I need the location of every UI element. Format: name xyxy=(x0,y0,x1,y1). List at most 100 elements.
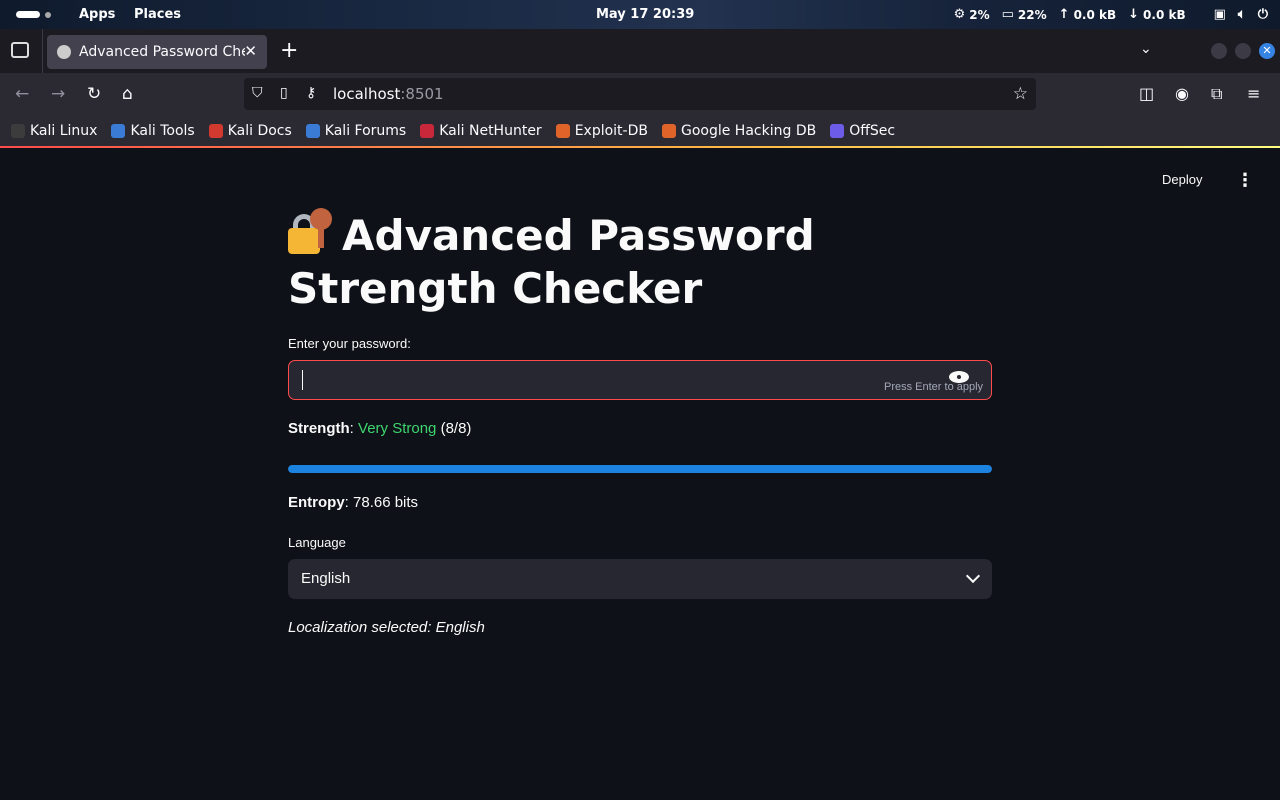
password-input[interactable] xyxy=(301,369,861,391)
language-selected-value: English xyxy=(301,570,351,587)
arrow-up-icon: ↑ xyxy=(1058,7,1070,22)
deploy-button[interactable]: Deploy xyxy=(1162,172,1202,187)
bookmark-favicon-icon xyxy=(420,123,435,138)
password-field[interactable]: Press Enter to apply xyxy=(288,360,992,400)
bookmark-label: Kali Tools xyxy=(130,122,195,139)
chevron-down-icon[interactable]: ⌄ xyxy=(1140,41,1152,57)
cpu-value: 2% xyxy=(969,7,990,22)
key-icon[interactable]: ⚷ xyxy=(306,85,316,101)
bookmark-favicon-icon xyxy=(208,123,223,138)
bookmark-item[interactable]: Kali Linux xyxy=(11,123,97,139)
entropy-label: Entropy xyxy=(288,494,345,511)
strength-line: Strength: Very Strong (8/8) xyxy=(288,420,472,437)
bookmark-label: Kali Docs xyxy=(227,122,292,139)
upload-indicator[interactable]: ↑ 0.0 kB xyxy=(1059,7,1116,22)
shield-icon[interactable]: ⛉ xyxy=(252,85,263,101)
show-password-eye-icon[interactable] xyxy=(949,371,971,385)
account-icon[interactable]: ◉ xyxy=(1175,84,1189,103)
close-tab-icon[interactable]: ✕ xyxy=(244,42,257,60)
strength-label: Strength xyxy=(288,420,350,437)
bookmark-label: Kali Forums xyxy=(324,122,407,139)
clock[interactable]: May 17 20:39 xyxy=(596,7,694,22)
streamlit-favicon-icon xyxy=(57,45,71,59)
page-title-text: Advanced Password Strength Checker xyxy=(288,211,815,313)
places-menu[interactable]: Places xyxy=(134,7,181,22)
home-icon[interactable]: ⌂ xyxy=(122,84,133,104)
bookmark-label: Google Hacking DB xyxy=(680,122,817,139)
strength-progress-bar xyxy=(288,465,992,473)
pocket-icon[interactable]: ◫ xyxy=(1139,84,1154,103)
arrow-down-icon: ↓ xyxy=(1128,7,1140,22)
bookmark-item[interactable]: Kali Tools xyxy=(111,122,195,139)
bookmark-favicon-icon xyxy=(830,123,845,138)
url-bar[interactable]: ⛉ ▯ ⚷ localhost:8501 ☆ xyxy=(244,78,1036,110)
bookmark-item[interactable]: Google Hacking DB xyxy=(661,122,817,139)
bookmark-label: OffSec xyxy=(849,122,896,139)
app-content: Deploy ⋮ Advanced Password Strength Chec… xyxy=(0,148,1280,800)
new-tab-icon[interactable]: + xyxy=(280,38,298,63)
bookmark-favicon-icon xyxy=(555,123,570,138)
bookmark-favicon-icon xyxy=(661,123,676,138)
download-indicator[interactable]: ↓ 0.0 kB xyxy=(1128,7,1185,22)
minimize-window-button[interactable] xyxy=(1211,43,1227,59)
bookmark-item[interactable]: Kali Forums xyxy=(305,122,407,139)
browser-nav-bar: ← → ↻ ⌂ ⛉ ▯ ⚷ localhost:8501 ☆ ◫ ◉ ⧉ ≡ xyxy=(0,73,1280,115)
url-port: :8501 xyxy=(400,85,444,103)
apps-menu[interactable]: Apps xyxy=(79,7,115,22)
maximize-window-button[interactable] xyxy=(1235,43,1251,59)
bookmark-label: Kali Linux xyxy=(30,122,98,139)
bookmark-item[interactable]: Kali Docs xyxy=(208,122,292,139)
language-label: Language xyxy=(288,535,346,550)
workspace-indicator[interactable] xyxy=(45,12,51,18)
close-window-button[interactable]: ✕ xyxy=(1259,43,1275,59)
reload-icon[interactable]: ↻ xyxy=(87,84,101,104)
memory-indicator[interactable]: ▭ 22% xyxy=(1002,7,1047,22)
entropy-line: Entropy: 78.66 bits xyxy=(288,494,419,511)
bookmark-label: Kali NetHunter xyxy=(439,122,542,139)
download-value: 0.0 kB xyxy=(1143,7,1186,22)
forward-arrow-icon[interactable]: → xyxy=(51,84,65,104)
system-top-bar: Apps Places May 17 20:39 ⚙ 2% ▭ 22% ↑ 0.… xyxy=(0,0,1280,29)
locked-with-key-icon xyxy=(288,208,334,254)
bookmark-item[interactable]: OffSec xyxy=(830,123,895,139)
workspace-indicator-active[interactable] xyxy=(16,11,40,18)
firefox-view-icon[interactable] xyxy=(11,42,29,58)
localization-text: Localization selected: English xyxy=(288,619,485,636)
browser-tab-bar: Advanced Password Checker ✕ + ⌄ ✕ xyxy=(0,29,1280,73)
extensions-icon[interactable]: ⧉ xyxy=(1211,84,1222,104)
text-caret xyxy=(302,370,303,390)
bookmark-item[interactable]: Exploit-DB xyxy=(555,122,648,139)
system-tray: ⚙ 2% ▭ 22% ↑ 0.0 kB ↓ 0.0 kB ▣ 🔈︎ ⏻ xyxy=(954,0,1280,29)
cpu-indicator[interactable]: ⚙ 2% xyxy=(954,7,990,22)
memory-icon: ▭ xyxy=(1001,7,1014,22)
strength-value: Very Strong xyxy=(358,420,437,437)
bookmark-star-icon[interactable]: ☆ xyxy=(1013,84,1028,104)
bookmark-favicon-icon xyxy=(11,123,25,138)
menu-icon[interactable]: ≡ xyxy=(1247,84,1260,103)
cpu-icon: ⚙ xyxy=(953,7,966,22)
entropy-value: 78.66 bits xyxy=(353,494,419,511)
bookmark-favicon-icon xyxy=(111,123,126,138)
back-arrow-icon[interactable]: ← xyxy=(15,84,29,104)
language-select[interactable]: English xyxy=(288,559,992,599)
url-host: localhost xyxy=(333,85,401,103)
page-icon[interactable]: ▯ xyxy=(280,85,288,101)
tab-title: Advanced Password Checker xyxy=(79,44,245,60)
page-title: Advanced Password Strength Checker xyxy=(288,208,992,315)
url-text[interactable]: localhost:8501 xyxy=(333,85,444,103)
upload-value: 0.0 kB xyxy=(1073,7,1117,22)
password-label: Enter your password: xyxy=(288,336,411,351)
chevron-down-icon xyxy=(965,568,981,584)
bookmark-item[interactable]: Kali NetHunter xyxy=(420,122,542,139)
power-icon[interactable]: ⏻ xyxy=(1258,7,1268,22)
volume-icon[interactable]: 🔈︎ xyxy=(1238,7,1246,22)
tab-active[interactable]: Advanced Password Checker ✕ xyxy=(47,35,267,69)
screen-icon[interactable]: ▣ xyxy=(1214,7,1226,22)
strength-progress-fill xyxy=(288,465,992,473)
main-menu-icon[interactable]: ⋮ xyxy=(1236,170,1254,191)
memory-value: 22% xyxy=(1017,7,1047,22)
bookmark-label: Exploit-DB xyxy=(574,122,648,139)
tab-separator xyxy=(42,29,43,73)
bookmark-favicon-icon xyxy=(305,123,320,138)
bookmarks-bar: Kali Linux Kali Tools Kali Docs Kali Forums… xyxy=(0,115,1280,146)
